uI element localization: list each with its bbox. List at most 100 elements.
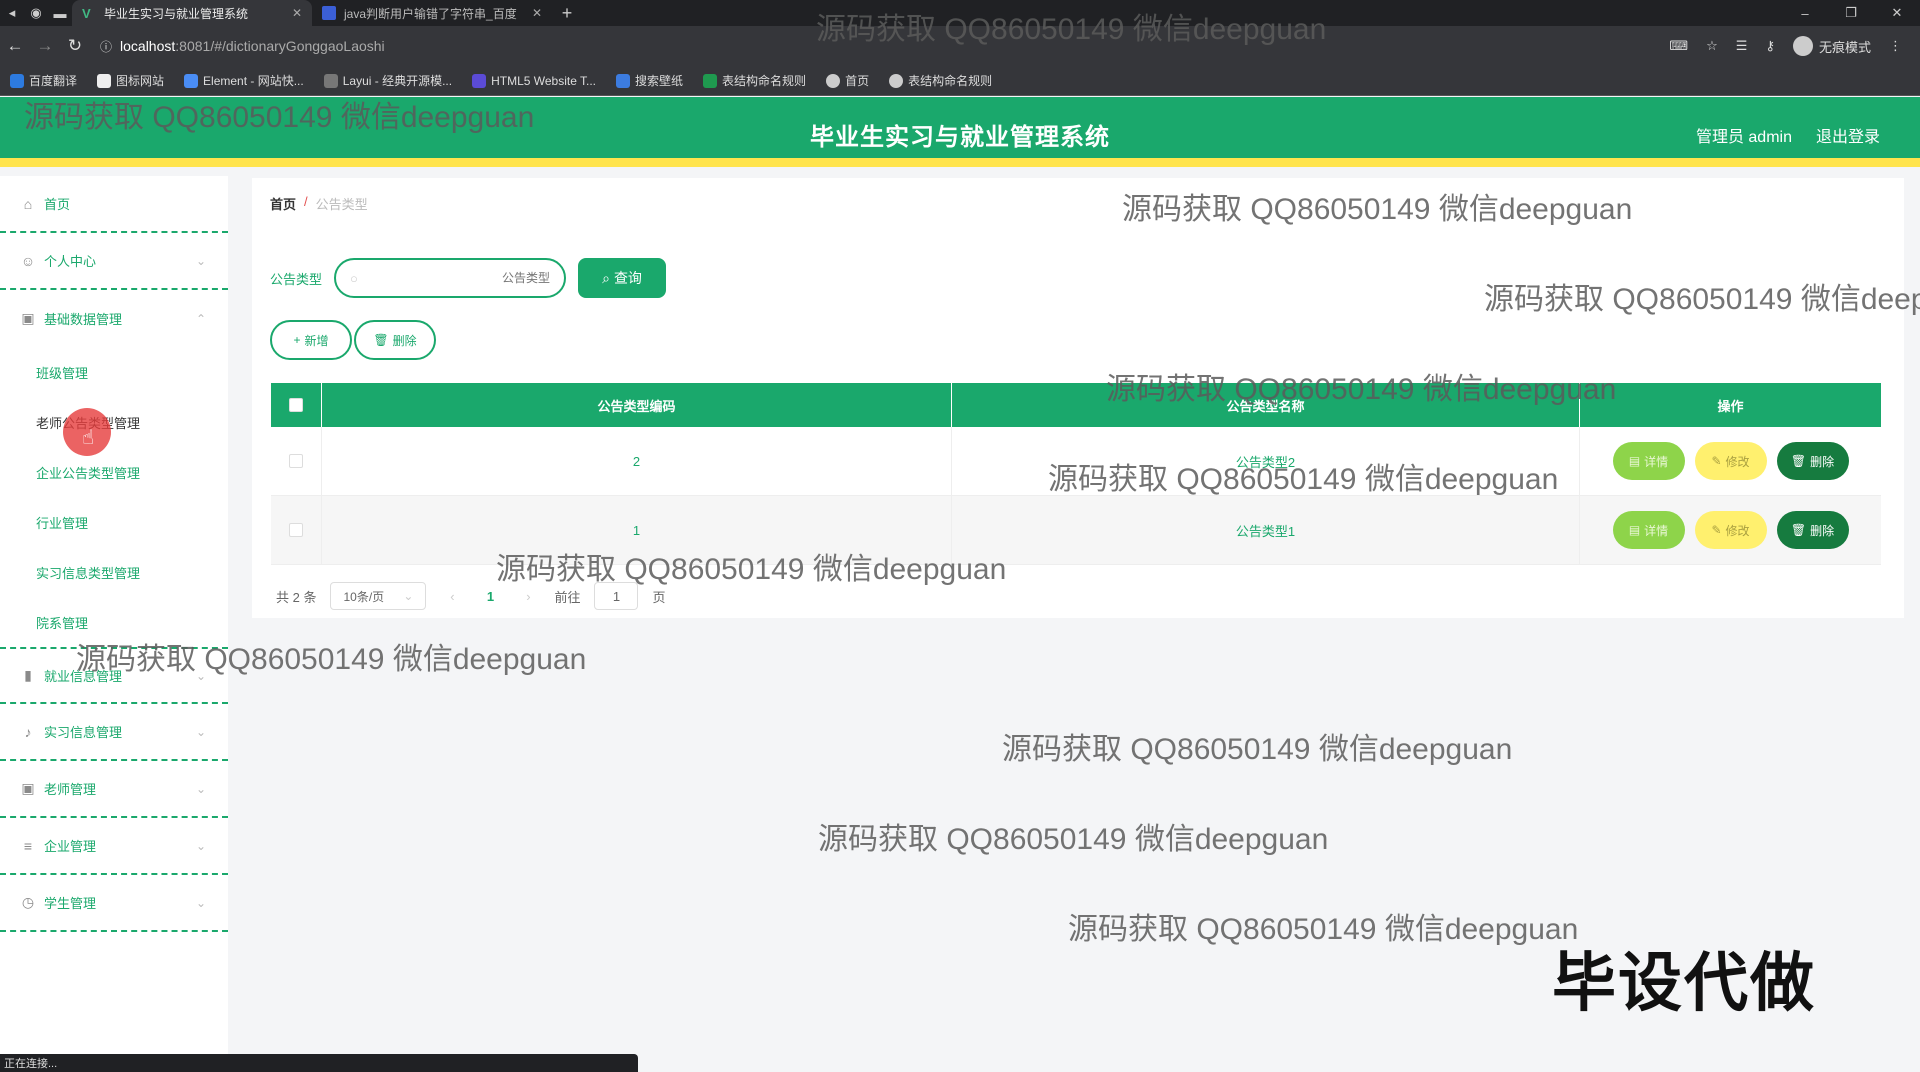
minimize-icon[interactable]: –	[1782, 6, 1828, 21]
bookmark-item[interactable]: Layui - 经典开源模...	[323, 72, 452, 89]
sidebar-subitem-teacher-notice-type[interactable]: 老师公告类型管理	[0, 397, 228, 447]
new-tab-icon[interactable]: +	[552, 3, 582, 24]
reload-icon[interactable]: ↻	[60, 36, 90, 56]
browser-tab-strip: ◂ ◉ ▬ V 毕业生实习与就业管理系统 ✕ java判断用户输错了字符串_百度…	[0, 0, 1920, 26]
search-input[interactable]	[365, 271, 551, 285]
restore-icon[interactable]: ❐	[1828, 5, 1874, 21]
detail-label: 详情	[1644, 454, 1669, 469]
bookmark-item[interactable]: 表结构命名规则	[703, 72, 806, 89]
tab-title: 毕业生实习与就业管理系统	[104, 6, 249, 21]
search-row: 公告类型 ○ ⌕ 查询	[270, 258, 667, 298]
sidebar-item-internship[interactable]: ♪ 实习信息管理 ⌄	[0, 704, 228, 761]
sidebar-item-student[interactable]: ◷ 学生管理 ⌄	[0, 875, 228, 932]
edit-button[interactable]: ✎ 修改	[1694, 511, 1767, 549]
browser-tab-active[interactable]: V 毕业生实习与就业管理系统 ✕	[72, 0, 312, 26]
url-host: localhost	[120, 38, 176, 54]
hand-cursor-icon: ☝	[82, 427, 95, 449]
vue-logo-icon: V	[82, 6, 91, 21]
row-checkbox[interactable]	[289, 454, 303, 468]
detail-button[interactable]: ▤ 详情	[1612, 442, 1685, 480]
document-icon: ▤	[1628, 523, 1641, 537]
delete-button[interactable]: 🗑 删除	[1776, 511, 1849, 549]
pagination: 共 2 条 10条/页 ⌄ ‹ 1 › 前往 1 页	[276, 582, 666, 610]
sidebar: ⌂ 首页 ☺ 个人中心 ⌄ ▣ 基础数据管理 ⌃ 班级管理 老师公告类型管理 企…	[0, 176, 228, 1056]
window-close-icon[interactable]: ✕	[1874, 5, 1920, 21]
sidebar-subitem-internship-type[interactable]: 实习信息类型管理	[0, 547, 228, 597]
edit-button[interactable]: ✎ 修改	[1694, 442, 1767, 480]
row-checkbox[interactable]	[289, 523, 303, 537]
edit-label: 修改	[1725, 454, 1750, 469]
search-label: 公告类型	[270, 271, 323, 287]
search-icon: ⌕	[602, 269, 610, 286]
bookmark-item[interactable]: Element - 网站快...	[184, 72, 304, 89]
key-icon[interactable]: ⚷	[1765, 38, 1775, 54]
sidebar-item-label: 实习信息管理	[44, 725, 123, 740]
sheet-icon	[703, 73, 718, 88]
sidebar-item-personal[interactable]: ☺ 个人中心 ⌄	[0, 233, 228, 290]
next-page-icon[interactable]: ›	[516, 589, 540, 604]
user-icon: ☺	[20, 252, 36, 269]
translate-icon[interactable]: ⌨	[1669, 38, 1688, 54]
bookmark-item[interactable]: 首页	[826, 72, 869, 89]
detail-button[interactable]: ▤ 详情	[1612, 511, 1685, 549]
window-icon: ▬	[53, 5, 67, 21]
goto-page-input[interactable]: 1	[594, 582, 639, 610]
sidebar-subitem-class[interactable]: 班级管理	[0, 347, 228, 397]
tab-search-icon[interactable]: ◂	[0, 5, 24, 21]
bookmark-item[interactable]: 百度翻译	[10, 72, 77, 89]
bookmark-item[interactable]: 图标网站	[97, 72, 164, 89]
incognito-indicator[interactable]: 无痕模式	[1792, 36, 1871, 56]
table-row: 2 公告类型2 ▤ 详情 ✎ 修改 🗑 删除	[271, 427, 1881, 496]
tab-title: java判断用户输错了字符串_百度	[344, 6, 517, 21]
sidebar-subitem-industry[interactable]: 行业管理	[0, 497, 228, 547]
page-number[interactable]: 1	[478, 589, 502, 604]
prev-page-icon[interactable]: ‹	[440, 589, 464, 604]
back-icon[interactable]: ←	[0, 36, 30, 56]
table-header: 公告类型编码 公告类型名称 操作	[271, 383, 1881, 427]
cell-code: 1	[322, 496, 952, 564]
delete-button[interactable]: 🗑 删除	[1776, 442, 1849, 480]
reading-list-icon[interactable]: ☰	[1736, 38, 1748, 54]
page-size-select[interactable]: 10条/页 ⌄	[330, 582, 427, 610]
breadcrumb-home[interactable]: 首页	[270, 194, 296, 213]
sidebar-item-label: 老师管理	[44, 782, 97, 797]
goto-label: 前往	[554, 589, 581, 605]
sidebar-item-home[interactable]: ⌂ 首页	[0, 176, 228, 233]
bookmark-star-icon[interactable]: ☆	[1706, 38, 1718, 54]
sidebar-subitem-company-notice-type[interactable]: 企业公告类型管理	[0, 447, 228, 497]
add-button[interactable]: + 新增	[270, 320, 352, 360]
search-input-wrapper[interactable]: ○	[334, 258, 567, 298]
baidu-icon	[322, 6, 336, 20]
select-all-checkbox[interactable]	[289, 398, 303, 412]
pencil-icon: ✎	[1711, 523, 1722, 537]
bookmark-item[interactable]: 搜索壁纸	[616, 72, 683, 89]
trash-icon: 🗑	[373, 333, 389, 347]
url-field[interactable]: ⓘ localhost:8081/#/dictionaryGonggaoLaos…	[100, 38, 385, 55]
forward-icon[interactable]: →	[30, 36, 60, 56]
sidebar-item-employment[interactable]: ▮ 就业信息管理 ⌄	[0, 647, 228, 704]
microphone-icon: ♪	[24, 723, 32, 740]
close-tab-icon[interactable]: ✕	[292, 6, 302, 20]
breadcrumb-separator: /	[304, 194, 308, 209]
bookmark-item[interactable]: 表结构命名规则	[889, 72, 992, 89]
query-button[interactable]: ⌕ 查询	[578, 258, 667, 298]
document-icon: ▤	[1628, 454, 1641, 468]
search-icon: ○	[350, 270, 358, 286]
chevron-down-icon: ⌄	[195, 838, 206, 853]
sidebar-subitem-department[interactable]: 院系管理	[0, 597, 228, 647]
bulk-delete-button[interactable]: 🗑 删除	[354, 320, 436, 360]
edit-label: 修改	[1725, 523, 1750, 538]
close-tab-icon[interactable]: ✕	[532, 6, 542, 20]
sidebar-item-teacher[interactable]: ▣ 老师管理 ⌄	[0, 761, 228, 818]
watermark: 源码获取 QQ86050149 微信deepguan	[1002, 733, 1513, 766]
sidebar-item-label: 就业信息管理	[44, 669, 123, 684]
bookmark-item[interactable]: HTML5 Website T...	[472, 73, 596, 88]
sidebar-item-company[interactable]: ≡ 企业管理 ⌄	[0, 818, 228, 875]
delete-button-label: 删除	[392, 333, 417, 348]
info-icon[interactable]: ⓘ	[100, 38, 112, 55]
browser-tab[interactable]: java判断用户输错了字符串_百度 ✕	[312, 0, 552, 26]
more-menu-icon[interactable]: ⋮	[1889, 38, 1902, 54]
logout-button[interactable]: 退出登录	[1816, 123, 1880, 147]
chevron-down-icon: ⌄	[195, 668, 206, 683]
sidebar-item-basic-data[interactable]: ▣ 基础数据管理 ⌃	[0, 290, 228, 347]
